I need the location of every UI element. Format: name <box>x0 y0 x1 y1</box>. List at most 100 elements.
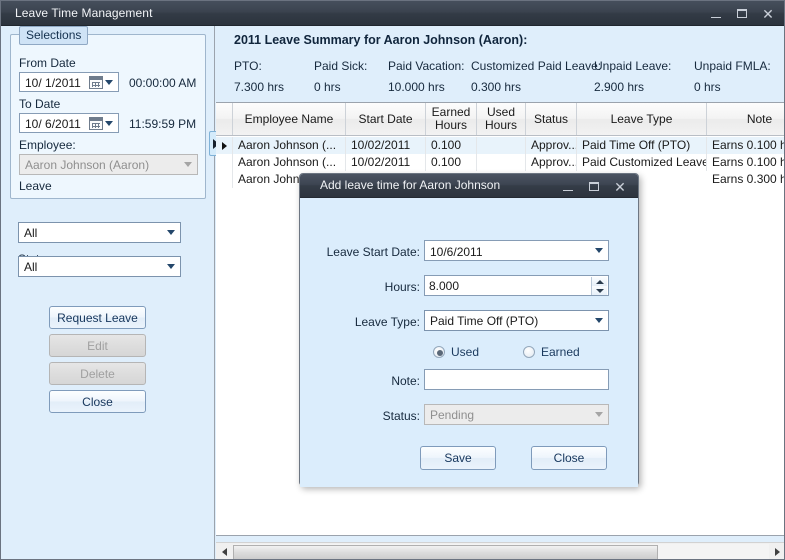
cell-employee-name: Aaron Johnson (... <box>233 137 346 154</box>
leave-start-date-value: 10/6/2011 <box>430 244 483 259</box>
grid-header-start-date[interactable]: Start Date <box>346 103 426 135</box>
grid-header-row: Employee Name Start Date Earned Hours Us… <box>216 103 784 136</box>
request-leave-button[interactable]: Request Leave <box>49 306 146 329</box>
row-selector-indicator <box>216 137 233 154</box>
status-value: All <box>24 259 38 274</box>
selections-panel: Selections From Date 10/ 1/2011 00:00:00… <box>1 26 215 559</box>
chevron-down-icon[interactable] <box>105 120 113 126</box>
window-controls: ✕ <box>704 1 780 26</box>
summary-item-label: Customized Paid Leave: <box>471 59 602 73</box>
maximize-icon[interactable] <box>730 3 754 24</box>
grid-header-status[interactable]: Status <box>526 103 577 135</box>
cell-leave-type: Paid Time Off (PTO) <box>577 137 707 154</box>
cell-used-hours <box>477 154 526 171</box>
quantity-stepper[interactable] <box>591 277 607 295</box>
dialog-close-button[interactable]: Close <box>531 446 607 470</box>
leave-type-select[interactable]: Paid Time Off (PTO) <box>424 310 609 331</box>
note-input[interactable] <box>424 369 609 390</box>
table-row[interactable]: Aaron Johnson (... 10/02/2011 0.100 Appr… <box>216 137 784 154</box>
note-label: Note: <box>391 374 420 388</box>
scrollbar-track[interactable] <box>233 543 769 559</box>
cell-employee-name: Aaron Johnson (... <box>233 154 346 171</box>
cell-leave-type: Paid Customized Leave <box>577 154 707 171</box>
summary-item-customized-paid-leave: Customized Paid Leave: 0.300 hrs <box>471 59 601 94</box>
scroll-left-icon[interactable] <box>216 544 233 560</box>
save-button[interactable]: Save <box>420 446 496 470</box>
to-date-input[interactable]: 10/ 6/2011 <box>19 113 119 133</box>
cell-earned-hours: 0.100 <box>426 154 477 171</box>
summary-item-value: 0.300 hrs <box>471 80 522 94</box>
hours-label: Hours: <box>384 280 420 294</box>
radio-used[interactable]: Used <box>433 345 479 359</box>
summary-item-paid-sick: Paid Sick: 0 hrs <box>314 59 367 94</box>
summary-item-label: Unpaid FMLA: <box>694 59 771 73</box>
radio-used-label: Used <box>451 345 480 359</box>
chevron-down-icon[interactable] <box>105 79 113 85</box>
summary-item-unpaid-fmla: Unpaid FMLA: 0 hrs <box>694 59 771 94</box>
radio-dot-icon <box>523 346 535 358</box>
leave-time-management-window: Leave Time Management ✕ Selections From … <box>0 0 785 560</box>
grid-header-employee-name[interactable]: Employee Name <box>233 103 346 135</box>
summary-item-pto: PTO: 7.300 hrs <box>234 59 284 94</box>
grid-header-used-hours[interactable]: Used Hours <box>477 103 526 135</box>
summary-item-label: Paid Sick: <box>314 59 368 73</box>
dialog-status-select: Pending <box>424 404 609 425</box>
leave-type-label: Leave Type: <box>354 315 420 329</box>
cell-used-hours <box>477 137 526 154</box>
from-date-input[interactable]: 10/ 1/2011 <box>19 72 119 92</box>
chevron-down-icon <box>184 162 192 167</box>
minimize-icon[interactable] <box>556 176 580 197</box>
delete-button: Delete <box>49 362 146 385</box>
grid-header-note[interactable]: Note <box>707 103 784 135</box>
radio-earned[interactable]: Earned <box>523 345 580 359</box>
close-button[interactable]: Close <box>49 390 146 413</box>
leave-select[interactable]: All <box>18 222 181 243</box>
chevron-down-icon[interactable] <box>167 230 175 235</box>
scroll-right-icon[interactable] <box>769 544 784 560</box>
minimize-icon[interactable] <box>704 3 728 24</box>
from-date-value: 10/ 1/2011 <box>25 76 81 90</box>
chevron-down-icon[interactable] <box>595 248 603 253</box>
close-icon[interactable]: ✕ <box>608 176 632 197</box>
stepper-up-icon[interactable] <box>592 277 607 286</box>
from-time-text: 00:00:00 AM <box>129 76 197 90</box>
summary-title: 2011 Leave Summary for Aaron Johnson (Aa… <box>234 33 528 47</box>
employee-select: Aaron Johnson (Aaron) <box>19 154 198 175</box>
row-selector-indicator <box>216 171 233 188</box>
summary-item-unpaid-leave: Unpaid Leave: 2.900 hrs <box>594 59 671 94</box>
dialog-title: Add leave time for Aaron Johnson <box>320 178 501 192</box>
dialog-window-controls: ✕ <box>556 174 632 199</box>
chevron-down-icon <box>595 412 603 417</box>
employee-label: Employee: <box>19 138 76 152</box>
cell-status: Approv... <box>526 137 577 154</box>
grid-header-earned-hours[interactable]: Earned Hours <box>426 103 477 135</box>
summary-item-label: Paid Vacation: <box>388 59 465 73</box>
summary-item-value: 0 hrs <box>694 80 721 94</box>
table-row[interactable]: Aaron Johnson (... 10/02/2011 0.100 Appr… <box>216 154 784 171</box>
summary-item-value: 10.000 hrs <box>388 80 445 94</box>
leave-start-date-label: Leave Start Date: <box>326 245 420 259</box>
stepper-down-icon[interactable] <box>592 286 607 295</box>
hours-input[interactable]: 8.000 <box>424 275 609 296</box>
summary-section: 2011 Leave Summary for Aaron Johnson (Aa… <box>216 26 784 102</box>
window-title: Leave Time Management <box>15 6 153 20</box>
status-select[interactable]: All <box>18 256 181 277</box>
radio-earned-label: Earned <box>541 345 580 359</box>
grid-header-leave-type[interactable]: Leave Type <box>577 103 707 135</box>
calendar-icon <box>89 116 103 130</box>
to-date-label: To Date <box>19 97 61 111</box>
chevron-down-icon[interactable] <box>595 318 603 323</box>
dialog-status-label: Status: <box>382 409 420 423</box>
leave-start-date-input[interactable]: 10/6/2011 <box>424 240 609 261</box>
leave-type-value: Paid Time Off (PTO) <box>430 313 539 328</box>
maximize-icon[interactable] <box>582 176 606 197</box>
summary-item-paid-vacation: Paid Vacation: 10.000 hrs <box>388 59 465 94</box>
horizontal-scrollbar[interactable] <box>216 542 784 560</box>
grid-header-rowselect <box>216 103 233 135</box>
to-time-text: 11:59:59 PM <box>129 117 197 131</box>
chevron-down-icon[interactable] <box>167 264 175 269</box>
close-icon[interactable]: ✕ <box>756 3 780 24</box>
cell-earned-hours: 0.100 <box>426 137 477 154</box>
scrollbar-thumb[interactable] <box>233 544 658 559</box>
cell-note: Earns 0.300 hrs Wee <box>707 171 784 188</box>
